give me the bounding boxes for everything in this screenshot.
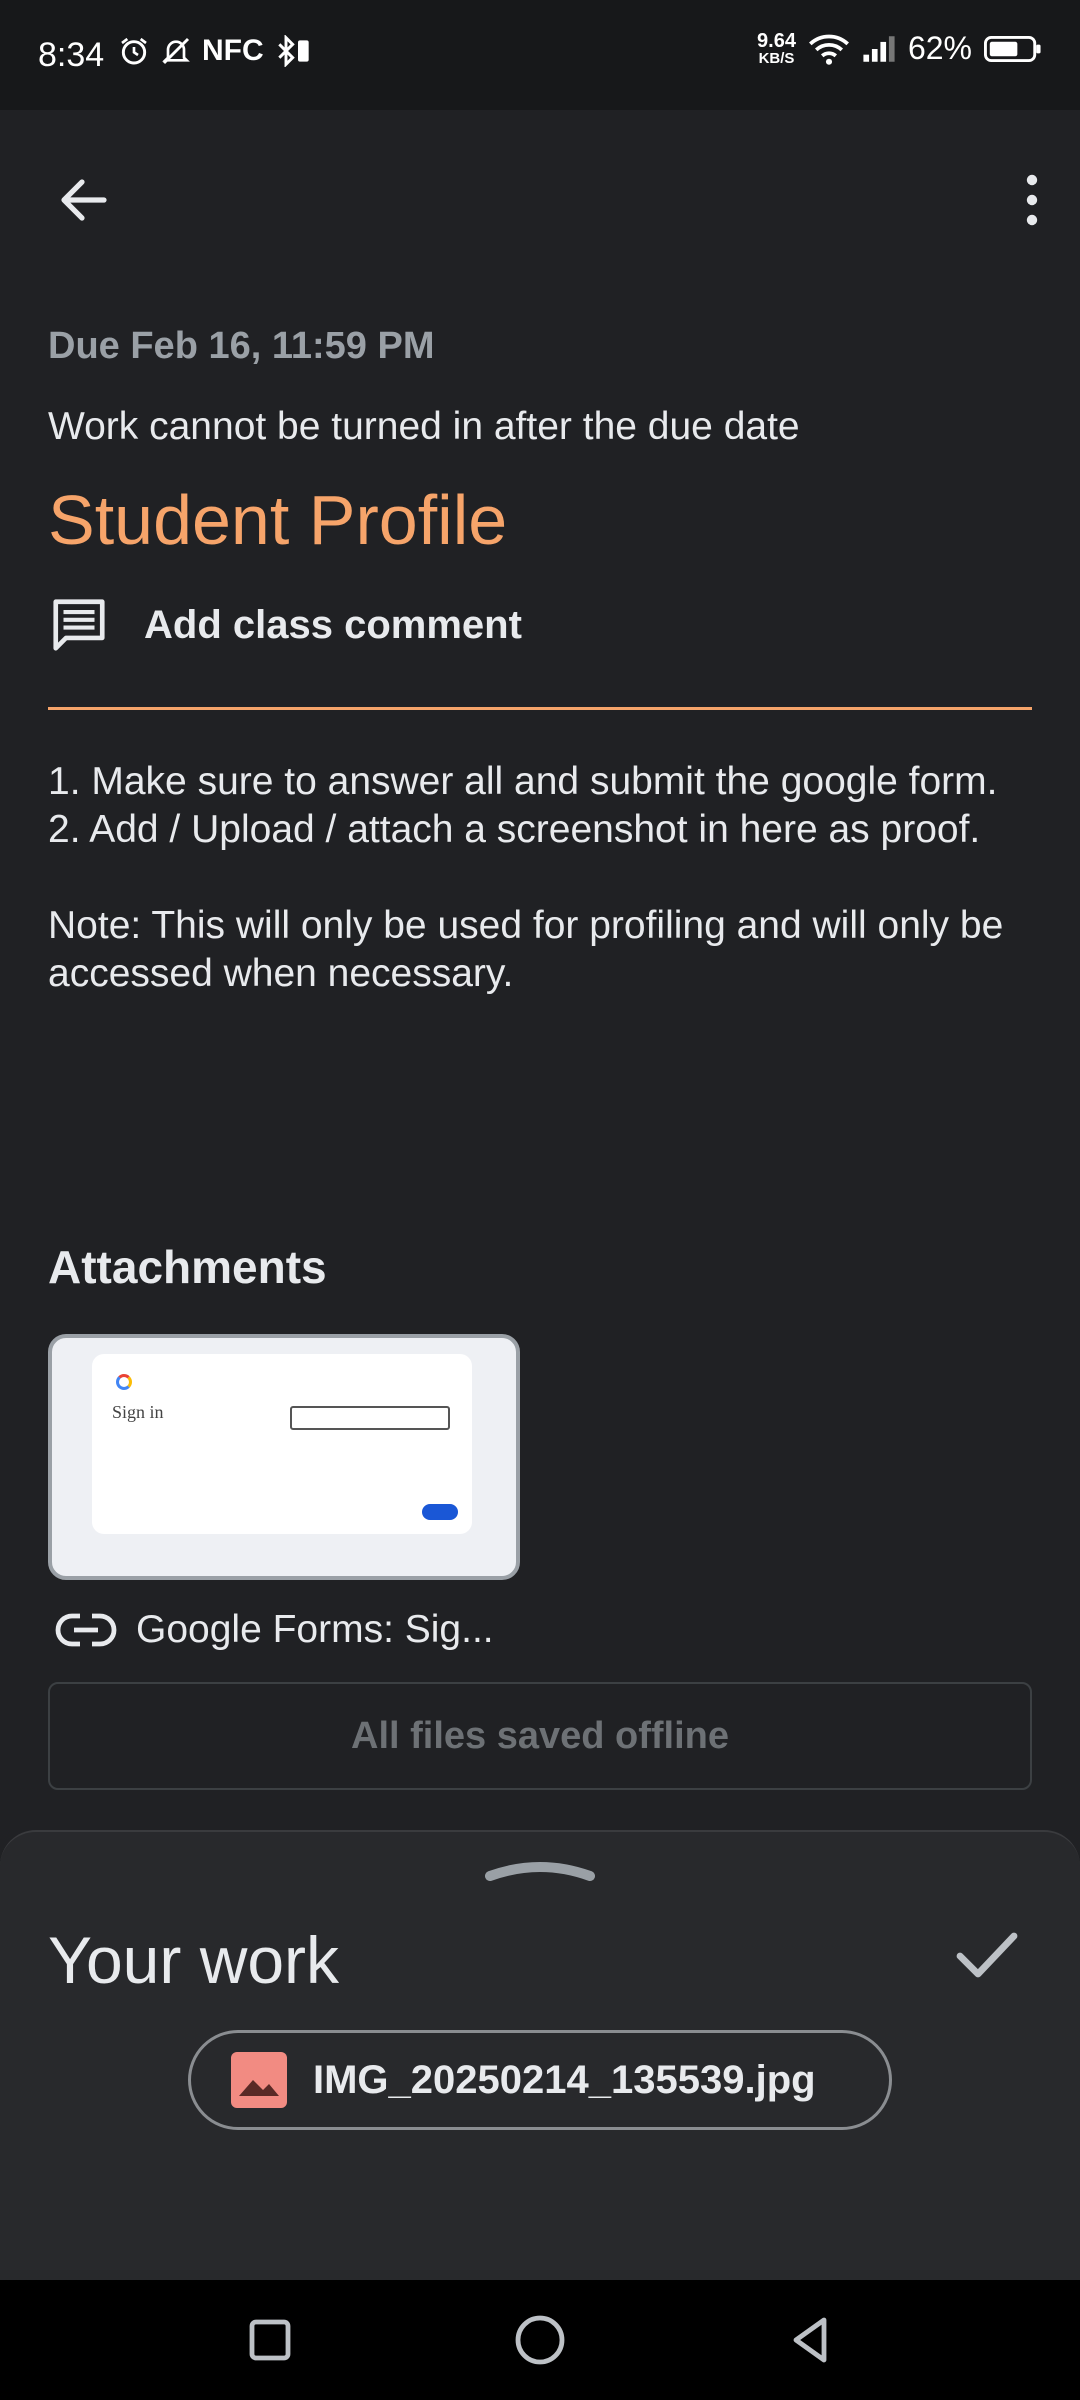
more-options-button[interactable] xyxy=(972,160,1052,240)
thumbnail-button xyxy=(422,1504,458,1520)
home-button[interactable] xyxy=(510,2310,570,2370)
system-navigation-bar xyxy=(0,2280,1080,2400)
recents-button[interactable] xyxy=(240,2310,300,2370)
nfc-indicator: NFC xyxy=(202,34,264,67)
thumbnail-preview: Sign in xyxy=(92,1354,472,1534)
attachments-heading: Attachments xyxy=(48,1241,327,1293)
offline-status-button: All files saved offline xyxy=(48,1682,1032,1790)
submitted-file-chip[interactable]: IMG_20250214_135539.jpg xyxy=(188,2030,892,2130)
more-vert-icon xyxy=(1026,174,1038,226)
status-bar: 8:34 NFC 9.64 KB/S 62% xyxy=(0,0,1080,110)
chevron-up-icon[interactable] xyxy=(480,1854,600,1884)
battery-percent: 62% xyxy=(907,30,972,66)
assignment-instructions: 1. Make sure to answer all and submit th… xyxy=(48,760,1004,995)
due-date: Due Feb 16, 11:59 PM xyxy=(48,325,435,367)
link-icon xyxy=(55,1612,117,1648)
bluetooth-icon xyxy=(277,35,309,67)
add-class-comment-label: Add class comment xyxy=(144,602,522,647)
back-nav-button[interactable] xyxy=(780,2310,840,2370)
add-class-comment-button[interactable]: Add class comment xyxy=(48,590,522,660)
battery-icon xyxy=(984,35,1041,62)
status-time: 8:34 xyxy=(38,36,105,74)
wifi-icon xyxy=(808,34,849,65)
late-submission-note: Work cannot be turned in after the due d… xyxy=(48,405,800,448)
status-icons-right: 9.64 KB/S 62% xyxy=(757,30,1042,67)
google-logo-icon xyxy=(116,1374,132,1390)
your-work-sheet[interactable]: Your work IMG_20250214_135539.jpg xyxy=(0,1830,1080,2280)
submitted-file-name: IMG_20250214_135539.jpg xyxy=(313,2057,816,2102)
arrow-left-icon xyxy=(61,179,107,221)
thumbnail-signin-text: Sign in xyxy=(112,1402,164,1422)
attachment-link[interactable]: Google Forms: Sig... xyxy=(54,1600,494,1660)
thumbnail-field xyxy=(290,1406,450,1430)
alarm-icon xyxy=(121,37,147,65)
assignment-title: Student Profile xyxy=(48,481,508,559)
accent-divider xyxy=(48,707,1032,710)
network-speed: 9.64 KB/S xyxy=(757,30,796,67)
your-work-title: Your work xyxy=(48,1923,340,1997)
comment-icon xyxy=(53,599,105,651)
back-button[interactable] xyxy=(44,160,124,240)
signal-icon xyxy=(863,35,895,62)
attachment-thumbnail[interactable]: Sign in xyxy=(48,1334,520,1580)
attachment-link-label: Google Forms: Sig... xyxy=(136,1608,494,1651)
top-app-bar xyxy=(0,110,1080,280)
check-icon xyxy=(956,1932,1018,1978)
notifications-off-icon xyxy=(162,37,190,65)
status-icons-left: NFC xyxy=(118,34,314,68)
image-icon xyxy=(231,2052,287,2108)
